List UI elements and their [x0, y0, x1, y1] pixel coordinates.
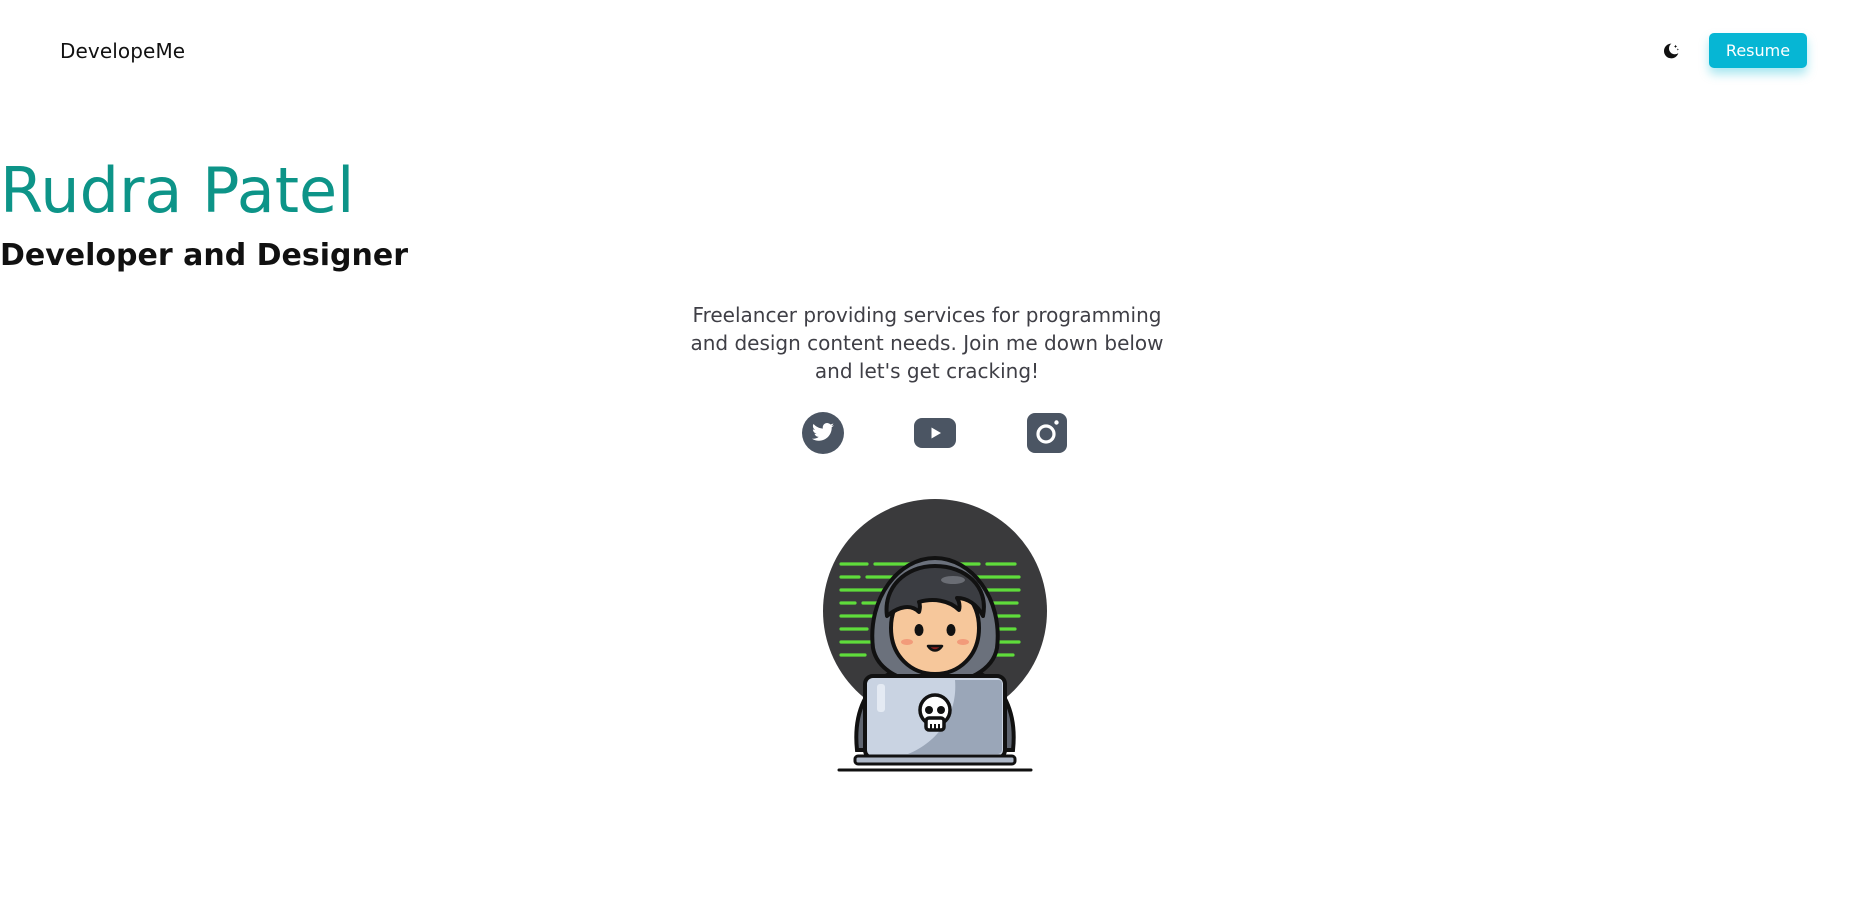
youtube-link[interactable]: [913, 411, 957, 455]
resume-button[interactable]: Resume: [1709, 33, 1807, 68]
instagram-icon: [1027, 413, 1067, 453]
youtube-icon: [914, 418, 956, 448]
hacker-at-laptop-illustration: [815, 498, 1055, 778]
twitter-icon: [802, 412, 844, 454]
instagram-link[interactable]: [1025, 411, 1069, 455]
hero-role: Developer and Designer: [0, 238, 408, 273]
brand-logo[interactable]: DevelopeMe: [60, 39, 185, 63]
theme-toggle-button[interactable]: [1659, 39, 1683, 63]
moon-icon: [1663, 43, 1679, 59]
hero-name: Rudra Patel: [0, 154, 355, 227]
twitter-link[interactable]: [801, 411, 845, 455]
social-links: [0, 411, 1854, 455]
page: DevelopeMe Resume Rudra Patel Developer …: [0, 0, 1854, 898]
hero-bio: Freelancer providing services for progra…: [690, 303, 1164, 383]
